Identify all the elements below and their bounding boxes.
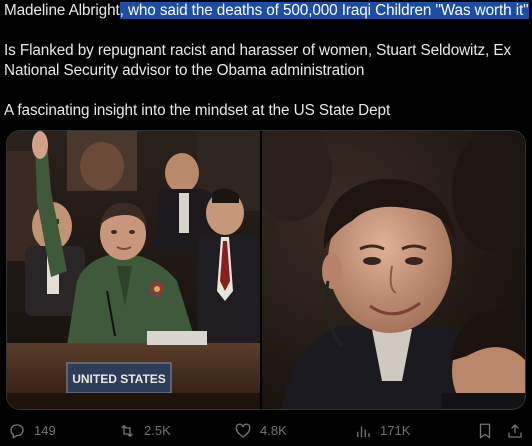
- tweet-action-bar: 149 2.5K 4.8K 171K: [0, 420, 532, 442]
- like-button[interactable]: 4.8K: [234, 420, 287, 442]
- views-count: 171K: [380, 423, 411, 438]
- photo-seldowitz-closeup[interactable]: [262, 131, 525, 409]
- tweet-paragraph-2: Is Flanked by repugnant racist and haras…: [4, 41, 528, 81]
- bookmark-icon: [479, 423, 491, 439]
- united-states-sign-label: UNITED STATES: [72, 372, 166, 386]
- share-button[interactable]: [506, 420, 524, 442]
- bookmark-button[interactable]: [476, 420, 494, 442]
- tweet-text: Madeline Albright, who said the deaths o…: [4, 1, 529, 141]
- reply-button[interactable]: 149: [8, 420, 56, 442]
- reply-icon: [10, 424, 24, 439]
- tweet-paragraph-2-line-1: Is Flanked by repugnant racist and haras…: [4, 42, 512, 59]
- like-count: 4.8K: [260, 423, 287, 438]
- reply-count: 149: [34, 423, 56, 438]
- photo-albright-raising-hand[interactable]: UNITED STATES: [7, 131, 261, 409]
- tweet-text-highlighted-quote: , who said the deaths of 500,000 Iraqi C…: [119, 2, 529, 19]
- tweet-paragraph-3: A fascinating insight into the mindset a…: [4, 102, 391, 119]
- tweet-text-name: Madeline Albright: [4, 2, 120, 19]
- photo-left-illustration: UNITED STATES: [7, 131, 261, 409]
- tweet-media[interactable]: UNITED STATES: [6, 130, 526, 410]
- photo-right-illustration: [262, 131, 525, 409]
- repost-count: 2.5K: [144, 423, 171, 438]
- views-button[interactable]: 171K: [354, 420, 410, 442]
- tweet-paragraph-2-line-2: National Security advisor to the Obama a…: [4, 62, 365, 79]
- tweet-paragraph-1: Madeline Albright, who said the deaths o…: [4, 1, 529, 21]
- repost-icon: [121, 425, 133, 437]
- share-icon: [508, 424, 522, 438]
- heart-icon: [235, 423, 251, 438]
- repost-button[interactable]: 2.5K: [118, 420, 171, 442]
- views-icon: [357, 426, 370, 437]
